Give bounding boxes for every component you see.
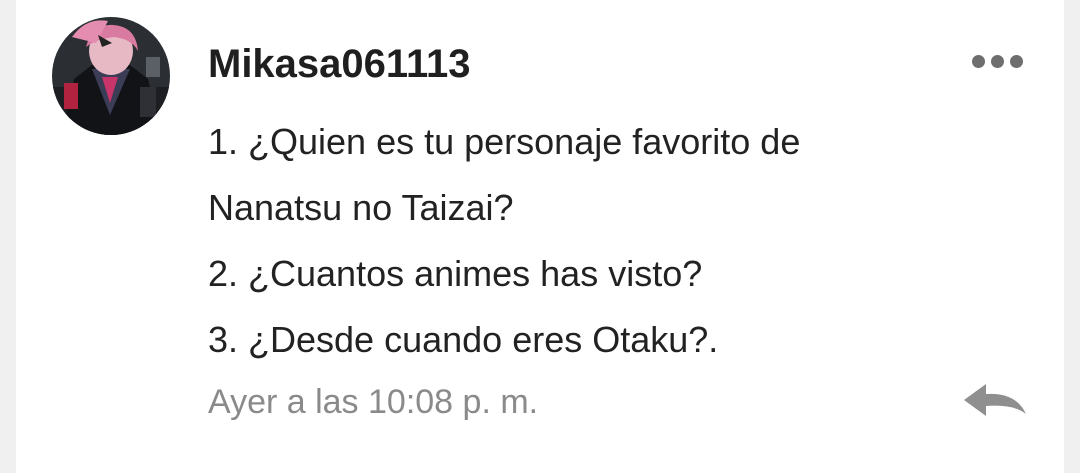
- comment-line: 2. ¿Cuantos animes has visto?: [208, 253, 703, 294]
- avatar-image: [52, 17, 170, 135]
- user-avatar[interactable]: [52, 17, 170, 135]
- comment-body: 1. ¿Quien es tu personaje favorito de Na…: [208, 109, 968, 373]
- reply-button[interactable]: [960, 380, 1030, 420]
- comment-line: 3. ¿Desde cuando eres Otaku?.: [208, 319, 719, 360]
- username[interactable]: Mikasa061113: [208, 38, 470, 90]
- more-options-icon: [971, 54, 985, 68]
- more-options-icon: [990, 54, 1004, 68]
- more-options-icon: [1009, 54, 1023, 68]
- timestamp: Ayer a las 10:08 p. m.: [208, 383, 539, 421]
- comment-page: Mikasa061113 1. ¿Quien es tu personaje f…: [0, 0, 1080, 473]
- reply-icon: [964, 384, 1026, 416]
- comment-line: Nanatsu no Taizai?: [208, 187, 514, 228]
- more-options-button[interactable]: [958, 44, 1036, 78]
- comment-line: 1. ¿Quien es tu personaje favorito de: [208, 121, 801, 162]
